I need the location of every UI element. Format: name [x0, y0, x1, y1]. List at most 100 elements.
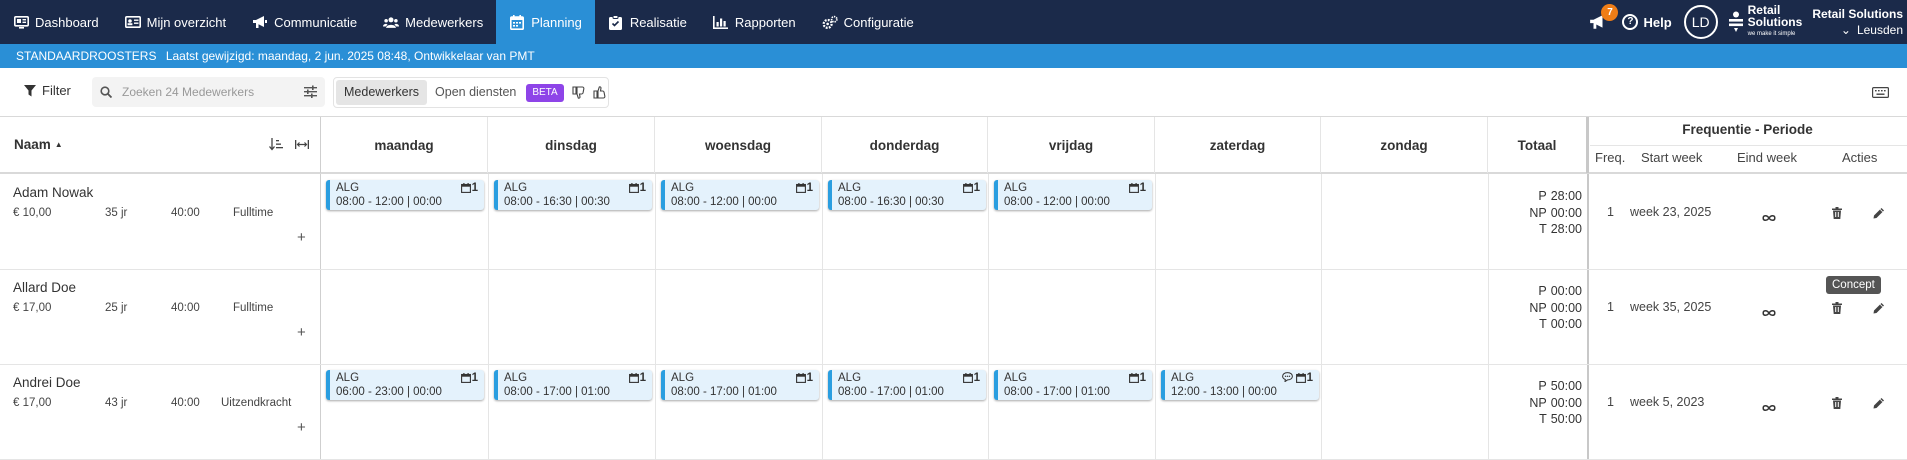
nav-dashboard[interactable]: Dashboard: [0, 0, 112, 44]
store-selector[interactable]: Retail Solutions ⌄ Leusden: [1812, 6, 1903, 38]
grid-header: Naam ▲ maandag dinsdag woensdag donderda…: [0, 117, 1907, 173]
shift-code: ALG: [504, 182, 528, 194]
calendar-icon: [795, 183, 806, 193]
delete-icon[interactable]: [1832, 396, 1842, 414]
sort-order-icon[interactable]: [269, 138, 283, 151]
employee-name[interactable]: Adam Nowak: [13, 185, 93, 200]
row-totals: P 50:00 NP 00:00 T 50:00: [1500, 378, 1582, 428]
shift-time: 08:00 - 12:00 | 00:00: [1004, 196, 1110, 208]
edit-icon[interactable]: [1873, 396, 1885, 414]
end-week-header: Eind week: [1737, 150, 1797, 165]
employee-wage: € 10,00: [13, 207, 52, 219]
delete-icon[interactable]: [1832, 206, 1842, 224]
day-header: dinsdag: [488, 117, 655, 173]
employee-contract-type: Fulltime: [233, 302, 274, 314]
shift-repeat-count: 1: [628, 182, 646, 194]
megaphone-icon: [252, 14, 268, 30]
shift-time: 08:00 - 16:30 | 00:30: [504, 196, 610, 208]
total-np: 00:00: [1550, 300, 1582, 315]
shift-code: ALG: [671, 372, 695, 384]
shift-card[interactable]: ALG 1 12:00 - 13:00 | 00:00: [1161, 370, 1319, 400]
shift-repeat-count: 1: [1128, 372, 1146, 384]
users-icon: [383, 14, 400, 30]
thumbs-up-icon[interactable]: [593, 86, 606, 99]
nav-mijn-overzicht[interactable]: Mijn overzicht: [112, 0, 239, 44]
shift-code: ALG: [838, 372, 862, 384]
info-bar: Standaardroosters Laatst gewijzigd: maan…: [0, 44, 1907, 68]
add-shift-button[interactable]: +: [297, 229, 306, 246]
shift-card[interactable]: ALG 1 08:00 - 12:00 | 00:00: [994, 180, 1152, 210]
shift-count: 1: [639, 182, 646, 194]
shift-card[interactable]: ALG 1 08:00 - 12:00 | 00:00: [326, 180, 484, 210]
shift-code: ALG: [671, 182, 695, 194]
shift-code: ALG: [336, 372, 360, 384]
keyboard-icon[interactable]: [1872, 85, 1890, 103]
sort-by-name-header[interactable]: Naam ▲: [14, 137, 63, 152]
user-avatar[interactable]: LD: [1683, 5, 1718, 39]
help-button[interactable]: ? Help: [1622, 14, 1672, 30]
employee-name[interactable]: Allard Doe: [13, 280, 76, 295]
day-header: vrijdag: [988, 117, 1155, 173]
employee-contract-hours: 40:00: [171, 397, 200, 409]
shift-card[interactable]: ALG 1 08:00 - 17:00 | 01:00: [494, 370, 652, 400]
shift-card[interactable]: ALG 1 08:00 - 16:30 | 00:30: [828, 180, 986, 210]
brand-line-2: Solutions: [1747, 15, 1803, 29]
chart-icon: [713, 14, 729, 30]
view-employees-button[interactable]: Medewerkers: [336, 80, 428, 105]
view-toggle: Medewerkers Open diensten BETA: [333, 77, 609, 108]
shift-count: 1: [1139, 372, 1146, 384]
concept-tooltip: Concept: [1826, 276, 1881, 294]
nav-rapporten[interactable]: Rapporten: [700, 0, 809, 44]
add-shift-button[interactable]: +: [297, 324, 306, 341]
search-input[interactable]: [122, 85, 292, 99]
shift-code: ALG: [1004, 372, 1028, 384]
shift-card[interactable]: ALG 1 08:00 - 12:00 | 00:00: [661, 180, 819, 210]
shift-repeat-count: 1: [1128, 182, 1146, 194]
nav-planning[interactable]: Planning: [496, 0, 595, 44]
shift-card[interactable]: ALG 1 06:00 - 23:00 | 00:00: [326, 370, 484, 400]
employee-age: 35 jr: [105, 207, 128, 219]
frequency-value: 1: [1607, 300, 1614, 314]
delete-icon[interactable]: [1832, 301, 1842, 319]
start-week-value: week 23, 2025: [1630, 205, 1712, 219]
shift-card[interactable]: ALG 1 08:00 - 17:00 | 01:00: [994, 370, 1152, 400]
shift-time: 08:00 - 12:00 | 00:00: [336, 196, 442, 208]
total-label-p: P: [1538, 189, 1547, 203]
sliders-icon[interactable]: [304, 85, 317, 98]
expand-width-icon[interactable]: [295, 138, 309, 151]
employee-name[interactable]: Andrei Doe: [13, 375, 81, 390]
comment-icon[interactable]: [1282, 372, 1293, 383]
total-header: Totaal: [1488, 117, 1588, 173]
day-header: woensdag: [655, 117, 822, 173]
shift-repeat-count: 1: [628, 372, 646, 384]
edit-icon[interactable]: [1873, 301, 1885, 319]
thumbs-down-icon[interactable]: [572, 86, 585, 99]
shift-card[interactable]: ALG 1 08:00 - 17:00 | 01:00: [828, 370, 986, 400]
nav-realisatie[interactable]: Realisatie: [595, 0, 700, 44]
shift-count: 1: [639, 372, 646, 384]
total-p: 50:00: [1550, 379, 1582, 393]
notifications-button[interactable]: 7: [1586, 4, 1619, 34]
shift-time: 08:00 - 17:00 | 01:00: [504, 386, 610, 398]
total-t: 28:00: [1550, 222, 1582, 236]
calendar-icon: [460, 183, 471, 193]
top-navigation: Dashboard Mijn overzicht Communicatie Me…: [0, 0, 1907, 44]
nav-communicatie[interactable]: Communicatie: [239, 0, 370, 44]
edit-icon[interactable]: [1873, 206, 1885, 224]
calendar-icon: [1128, 373, 1139, 383]
filter-button[interactable]: Filter: [24, 83, 71, 98]
nav-configuratie[interactable]: Configuratie: [809, 0, 927, 44]
nav-medewerkers[interactable]: Medewerkers: [370, 0, 496, 44]
shift-time: 12:00 - 13:00 | 00:00: [1171, 386, 1277, 398]
add-shift-button[interactable]: +: [297, 419, 306, 436]
shift-count: 1: [806, 372, 813, 384]
row-totals: P 00:00 NP 00:00 T 00:00: [1500, 283, 1582, 333]
infinity-icon: [1762, 302, 1776, 322]
calendar-icon: [962, 373, 973, 383]
shift-card[interactable]: ALG 1 08:00 - 16:30 | 00:30: [494, 180, 652, 210]
total-np: 00:00: [1550, 205, 1582, 220]
shift-card[interactable]: ALG 1 08:00 - 17:00 | 01:00: [661, 370, 819, 400]
employee-contract-hours: 40:00: [171, 207, 200, 219]
employee-row: Andrei Doe € 17,00 43 jr 40:00 Uitzendkracht…: [0, 364, 1907, 442]
view-open-shifts-button[interactable]: Open diensten: [427, 80, 524, 105]
